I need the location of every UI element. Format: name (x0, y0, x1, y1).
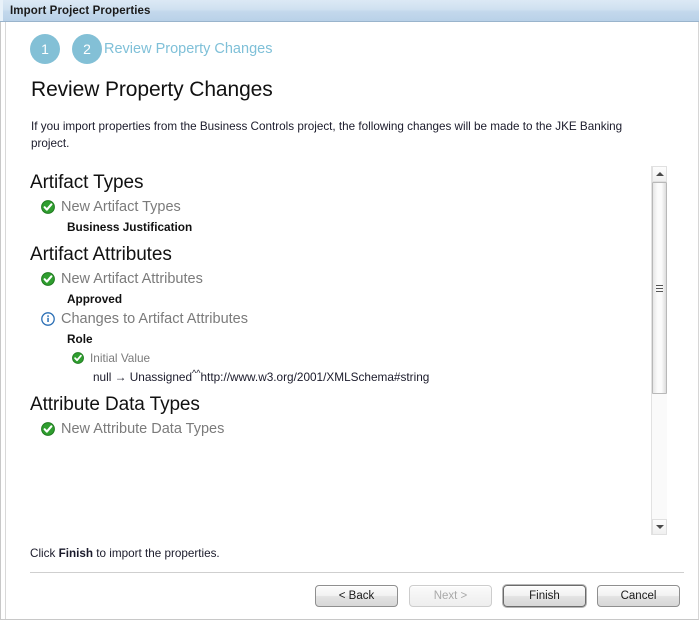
leaf-business-justification: Business Justification (67, 220, 193, 234)
next-button: Next > (409, 585, 492, 607)
vertical-scrollbar[interactable] (651, 166, 667, 535)
finish-hint-bold: Finish (58, 547, 93, 560)
dialog-title: Import Project Properties (10, 4, 151, 17)
finish-button[interactable]: Finish (503, 585, 586, 607)
value-datatype-uri: http://www.w3.org/2001/XMLSchema#string (200, 370, 430, 384)
finish-hint-suffix: to import the properties. (93, 547, 220, 560)
dialog-body: 1 2 Review Property Changes Review Prope… (0, 22, 699, 620)
scrollbar-grip-icon (656, 284, 663, 292)
value-datatype-marker: ^^ (192, 368, 201, 379)
info-circle-icon (41, 312, 55, 326)
import-project-properties-dialog: Import Project Properties 1 2 Review Pro… (0, 0, 699, 620)
check-circle-icon (72, 352, 84, 364)
scrollbar-thumb[interactable] (652, 182, 667, 395)
group-new-artifact-types[interactable]: New Artifact Types (30, 196, 651, 216)
scroll-up-button[interactable] (652, 166, 667, 182)
scrollbar-track[interactable] (652, 182, 667, 519)
wizard-step-2-label[interactable]: Review Property Changes (104, 41, 272, 57)
wizard-step-bar: 1 2 Review Property Changes (1, 22, 698, 64)
dialog-footer: < Back Next > Finish Cancel (1, 573, 698, 619)
leaf-approved: Approved (67, 292, 123, 306)
value-before: null (93, 370, 112, 384)
back-button[interactable]: < Back (315, 585, 398, 607)
value-change-line: null → Unassigned^^http://www.w3.org/200… (30, 366, 651, 386)
subgroup-initial-value[interactable]: Initial Value (30, 348, 651, 366)
group-label-new-artifact-attributes: New Artifact Attributes (61, 271, 203, 287)
group-new-artifact-attributes[interactable]: New Artifact Attributes (30, 268, 651, 288)
cancel-button[interactable]: Cancel (597, 585, 680, 607)
finish-hint: Click Finish to import the properties. (1, 535, 698, 560)
value-after: Unassigned (129, 370, 193, 384)
check-circle-icon (41, 422, 55, 436)
changes-list: Artifact Types New Artifact Types Busine… (1, 166, 651, 535)
wizard-step-1[interactable]: 1 (30, 34, 60, 64)
wizard-step-2[interactable]: 2 (72, 34, 102, 64)
finish-hint-prefix: Click (30, 547, 59, 560)
subgroup-label-initial-value: Initial Value (90, 351, 151, 365)
page-title: Review Property Changes (31, 78, 273, 101)
section-title-attribute-data-types: Attribute Data Types (30, 394, 200, 415)
value-arrow-icon: → (114, 370, 127, 384)
check-circle-icon (41, 272, 55, 286)
group-changes-to-artifact-attributes[interactable]: Changes to Artifact Attributes (30, 308, 651, 328)
wizard-step-2-number: 2 (83, 41, 91, 57)
group-label-new-attribute-data-types: New Attribute Data Types (61, 421, 225, 437)
changes-scroll-region: Artifact Types New Artifact Types Busine… (1, 166, 698, 535)
group-label-changes-to-artifact-attributes: Changes to Artifact Attributes (61, 311, 248, 327)
scroll-down-button[interactable] (652, 519, 667, 535)
section-title-artifact-types: Artifact Types (30, 172, 144, 193)
group-label-new-artifact-types: New Artifact Types (61, 199, 181, 215)
arrow-up-icon (655, 172, 664, 176)
group-new-attribute-data-types[interactable]: New Attribute Data Types (30, 418, 651, 438)
leaf-role: Role (67, 332, 93, 346)
wizard-step-1-number: 1 (41, 41, 49, 57)
section-title-artifact-attributes: Artifact Attributes (30, 244, 172, 265)
arrow-down-icon (655, 525, 664, 529)
check-circle-icon (41, 200, 55, 214)
intro-text: If you import properties from the Busine… (31, 120, 623, 150)
dialog-titlebar: Import Project Properties (0, 0, 699, 22)
